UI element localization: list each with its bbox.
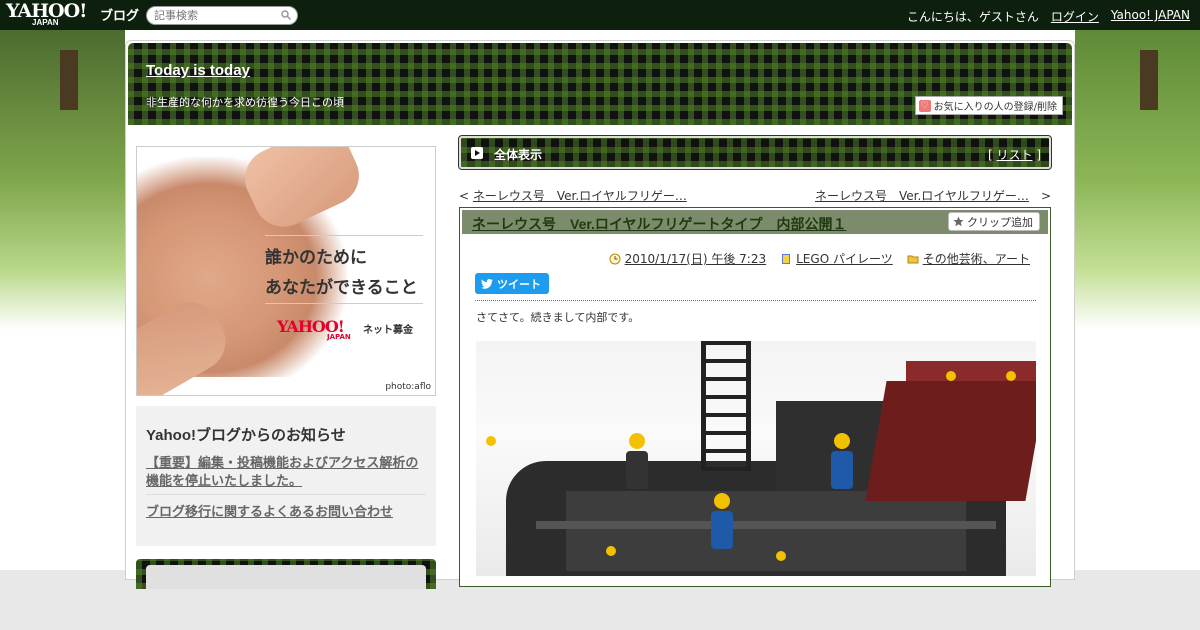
next-article-link[interactable]: ネーレウス号 Ver.ロイヤルフリゲー…	[815, 189, 1029, 203]
photo-credit: photo:aflo	[385, 382, 431, 392]
minifig-head	[714, 493, 730, 509]
tweet-button[interactable]: ツイート	[475, 273, 549, 294]
search-input[interactable]	[154, 8, 274, 23]
next-article: ネーレウス号 Ver.ロイヤルフリゲー… >	[814, 189, 1051, 203]
top-bar: YAHOO! JAPAN ブログ こんにちは、ゲストさん ログイン Yahoo!…	[0, 0, 1200, 30]
lego-ship-photo[interactable]	[476, 341, 1036, 576]
article-divider	[475, 300, 1036, 301]
tweet-label: ツイート	[497, 277, 541, 291]
gold-stud	[946, 371, 956, 381]
ad-headline-1: 誰かのために	[265, 248, 367, 268]
tree-trunk	[60, 50, 78, 110]
top-nav: こんにちは、ゲストさん ログイン Yahoo! JAPAN	[907, 8, 1190, 25]
notice-divider	[146, 494, 426, 495]
sidebar-widget-inner	[146, 565, 426, 589]
greeting-text: こんにちは、ゲストさん	[906, 10, 1039, 24]
gold-stud	[486, 436, 496, 446]
ship-rail	[536, 521, 996, 529]
blog-frame: Today is today 非生産的な何かを求め彷徨う今日この頃 ♡ お気に入…	[125, 40, 1075, 589]
ad-divider	[265, 235, 423, 236]
yahoo-japan-link[interactable]: Yahoo! JAPAN	[1111, 8, 1190, 25]
list-view-link[interactable]: リスト	[996, 148, 1032, 162]
clip-add-label: クリップ追加	[967, 215, 1033, 229]
clip-add-button[interactable]: クリップ追加	[948, 212, 1040, 231]
prev-article: < ネーレウス号 Ver.ロイヤルフリゲー…	[459, 189, 687, 203]
category-link-art[interactable]: その他芸術、アート	[923, 252, 1030, 266]
prev-article-link[interactable]: ネーレウス号 Ver.ロイヤルフリゲー…	[473, 189, 687, 203]
minifig	[831, 451, 853, 489]
ad-yahoo-logo-sub: JAPAN	[327, 333, 351, 341]
article-folder: その他芸術、アート	[907, 250, 1030, 267]
all-view-bar: 全体表示 [ リスト ]	[458, 135, 1052, 170]
favorite-register-label: お気に入りの人の登録/削除	[933, 102, 1057, 113]
tree-trunk	[1140, 50, 1158, 110]
article-title-link[interactable]: ネーレウス号 Ver.ロイヤルフリゲートタイプ 内部公開１	[472, 214, 847, 234]
ad-divider	[265, 303, 423, 304]
notice-link-important[interactable]: 【重要】編集・投稿機能およびアクセス解析の機能を停止いたしました。	[146, 454, 428, 490]
search-icon[interactable]	[281, 10, 291, 20]
notice-title: Yahoo!ブログからのお知らせ	[146, 427, 346, 444]
yahoo-logo-sub: JAPAN	[32, 18, 59, 27]
donation-ad-banner[interactable]: 誰かのために あなたができること YAHOO! JAPAN ネット募金 phot…	[136, 146, 436, 396]
ship-stern	[865, 381, 1036, 501]
minifig-head	[834, 433, 850, 449]
ship-deck	[566, 491, 966, 571]
twitter-bird-icon	[481, 278, 493, 289]
article-category: LEGO パイレーツ	[780, 250, 893, 267]
star-icon	[953, 216, 964, 227]
minifig	[626, 451, 648, 489]
search-box[interactable]	[146, 6, 298, 25]
blog-title-link[interactable]: Today is today	[146, 62, 250, 79]
gold-stud	[776, 551, 786, 561]
article: ネーレウス号 Ver.ロイヤルフリゲートタイプ 内部公開１ クリップ追加 201…	[459, 207, 1051, 587]
folder-icon	[907, 255, 919, 264]
tree-right	[1075, 30, 1200, 330]
heart-icon: ♡	[918, 99, 931, 112]
favorite-register-button[interactable]: ♡ お気に入りの人の登録/削除	[914, 96, 1063, 115]
ship-ladder	[701, 341, 751, 471]
book-icon	[782, 254, 791, 264]
clock-icon	[609, 253, 621, 265]
ad-headline-2: あなたができること	[265, 278, 418, 298]
play-icon	[471, 147, 483, 159]
notice-link-faq[interactable]: ブログ移行に関するよくあるお問い合わせ	[146, 501, 393, 520]
blog-logo-text[interactable]: ブログ	[100, 5, 139, 24]
blog-description: 非生産的な何かを求め彷徨う今日この頃	[146, 96, 344, 109]
notice-box: Yahoo!ブログからのお知らせ 【重要】編集・投稿機能およびアクセス解析の機能…	[136, 406, 436, 546]
gold-stud	[606, 546, 616, 556]
login-link[interactable]: ログイン	[1051, 8, 1099, 25]
category-link-lego[interactable]: LEGO パイレーツ	[796, 252, 893, 266]
all-view-label[interactable]: 全体表示	[494, 146, 542, 163]
article-header: ネーレウス号 Ver.ロイヤルフリゲートタイプ 内部公開１ クリップ追加	[462, 210, 1048, 234]
article-pager: < ネーレウス号 Ver.ロイヤルフリゲー… ネーレウス号 Ver.ロイヤルフリ…	[459, 187, 1051, 203]
ad-donate-text: ネット募金	[363, 325, 413, 336]
sidebar-widget	[136, 559, 436, 589]
list-view-toggle: [ リスト ]	[987, 148, 1041, 162]
article-date: 2010/1/17(日) 午後 7:23	[609, 250, 766, 267]
article-meta: 2010/1/17(日) 午後 7:23 LEGO パイレーツ その他芸術、アー…	[609, 250, 1030, 267]
article-date-link[interactable]: 2010/1/17(日) 午後 7:23	[625, 252, 766, 266]
minifig	[711, 511, 733, 549]
gold-stud	[1006, 371, 1016, 381]
article-body-text: さてさて。続きまして内部です。	[476, 311, 640, 324]
minifig-head	[629, 433, 645, 449]
blog-header: Today is today 非生産的な何かを求め彷徨う今日この頃 ♡ お気に入…	[128, 43, 1072, 125]
